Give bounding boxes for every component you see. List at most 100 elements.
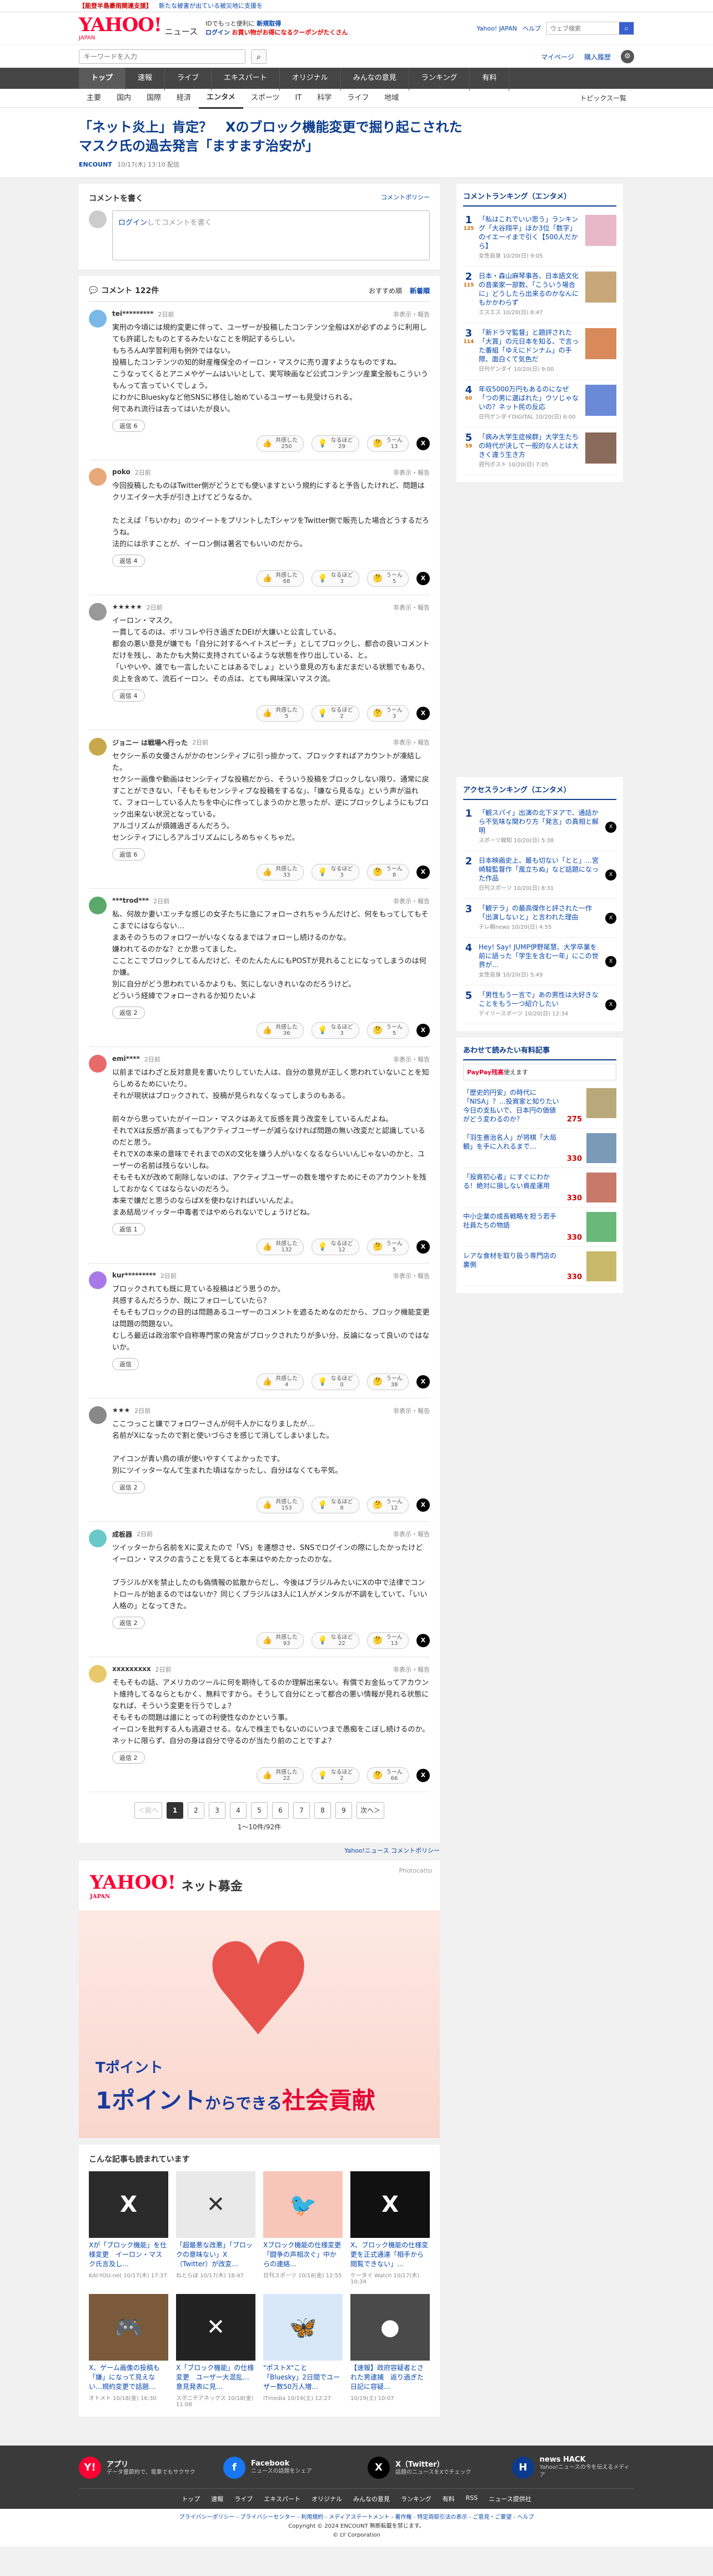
question-button[interactable]: 🤔 うーん 13 xyxy=(366,435,409,452)
report-link[interactable]: 非表示・報告 xyxy=(393,897,430,905)
related-article-title[interactable]: X、ブロック機能の仕様変更を正式通達「相手から閲覧できない」… xyxy=(350,2241,430,2269)
sort-newest[interactable]: 新着順 xyxy=(410,286,430,295)
x-share-icon[interactable]: X xyxy=(416,572,430,585)
footer-link[interactable]: 速報 xyxy=(211,2494,223,2503)
ranking-title[interactable]: 「観テラ」の最高傑作と評された一作「出演しないと」と言われた理由 xyxy=(479,904,592,921)
related-article-title[interactable]: Xブロック機能の仕様変更「闘争の声相次ぐ」中からの連絡… xyxy=(263,2241,343,2269)
footer-link[interactable]: ランキング xyxy=(401,2494,431,2503)
help-link[interactable]: ヘルプ xyxy=(523,24,541,33)
x-share-icon[interactable]: X xyxy=(416,1498,430,1512)
comment-author[interactable]: 成板器 xyxy=(112,1530,132,1539)
insight-button[interactable]: 💡 なるほど 3 xyxy=(312,1022,359,1039)
insight-button[interactable]: 💡 なるほど 8 xyxy=(312,1497,359,1513)
comment-author[interactable]: ★★★ xyxy=(112,1406,130,1415)
question-button[interactable]: 🤔 うーん 5 xyxy=(366,570,409,587)
ranking-item[interactable]: 3 114 「新ドラマ監督」と題評された「大賞」の元日本を知る、で言った番組「ゆえに… xyxy=(463,323,616,380)
login-link[interactable]: ログイン xyxy=(118,219,147,227)
agree-button[interactable]: 👍 共感した 250 xyxy=(256,435,304,452)
page-button[interactable]: 6 xyxy=(272,1802,289,1819)
purchase-history-link[interactable]: 購入履歴 xyxy=(584,52,611,62)
reply-button[interactable]: 返信 xyxy=(112,1358,139,1370)
question-button[interactable]: 🤔 うーん 13 xyxy=(366,1632,409,1649)
related-article[interactable]: ✕ X「ブロック機能」の仕様変更 ユーザー大混乱…意見発表に見… スポニチアネックス… xyxy=(176,2294,255,2408)
report-link[interactable]: 非表示・報告 xyxy=(393,738,430,747)
ranking-item[interactable]: 4 60 年収5000万円もあるのになぜ「つの男に選ばれた」ウソじゃないの？ネット民… xyxy=(463,380,616,427)
question-button[interactable]: 🤔 うーん 5 xyxy=(366,1239,409,1255)
category-tab[interactable]: 経済 xyxy=(169,89,199,108)
reply-button[interactable]: 返信 2 xyxy=(112,1007,145,1019)
ranking-item[interactable]: 3 「観テラ」の最高傑作と評された一作「出演しないと」と言われた理由 テレ朝news… xyxy=(463,899,616,938)
related-article[interactable]: 🎮 X、ゲーム画像の投稿も「嫌」になって見えない…規約変更で話題… オトメト 10/… xyxy=(89,2294,168,2408)
nav-tab[interactable]: 有料 xyxy=(470,68,510,90)
page-button[interactable]: 7 xyxy=(293,1802,310,1819)
related-article-title[interactable]: Xが「ブロック機能」を仕様変更 イーロン・マスク氏言及し… xyxy=(89,2241,168,2269)
ranking-title[interactable]: 「病み大学生症候群」大学生たちの時代が決して一般的な人とは大きく違う生き方 xyxy=(479,433,579,459)
comment-author[interactable]: ***trod*** xyxy=(112,897,149,905)
reply-button[interactable]: 返信 4 xyxy=(112,555,145,567)
footer-link[interactable]: RSS xyxy=(466,2494,478,2503)
page-button[interactable]: 1 xyxy=(167,1802,183,1819)
yahoo-logo[interactable]: YAHOO! JAPAN xyxy=(79,16,162,41)
related-article[interactable]: X X、ブロック機能の仕様変更を正式通達「相手から閲覧できない」… ケータイ Wat… xyxy=(350,2171,430,2285)
agree-button[interactable]: 👍 共感した 93 xyxy=(256,1632,304,1649)
footer-app-link[interactable]: Y! アプリ データ量節約で、電車でもサクサク xyxy=(79,2456,201,2479)
ranking-title[interactable]: 「新ドラマ監督」と題評された「大賞」の元日本を知る、で言った番組「ゆえにドンナム… xyxy=(479,329,579,363)
agree-button[interactable]: 👍 共感した 68 xyxy=(256,570,304,587)
sort-recommended[interactable]: おすすめ順 xyxy=(369,286,402,295)
x-share-icon[interactable]: X xyxy=(416,1634,430,1647)
category-tab[interactable]: スポーツ xyxy=(243,89,288,108)
report-link[interactable]: 非表示・報告 xyxy=(393,603,430,612)
prev-page-button[interactable]: ＜前へ xyxy=(134,1802,162,1819)
comment-policy-footer-link[interactable]: Yahoo!ニュース コメントポリシー xyxy=(79,1846,440,1855)
report-link[interactable]: 非表示・報告 xyxy=(393,468,430,477)
ranking-title[interactable]: 日本映画史上、最も切ない「とと」…宮崎駿監督作「風立ちぬ」など話題になった作品 xyxy=(479,857,599,882)
report-link[interactable]: 非表示・報告 xyxy=(393,310,430,319)
footer-link[interactable]: エキスパート xyxy=(264,2494,300,2503)
insight-button[interactable]: 💡 なるほど 12 xyxy=(312,1239,359,1255)
related-article-title[interactable]: 「超最悪な改悪」「ブロックの意味ない」X（Twitter）が改変… xyxy=(176,2241,255,2269)
footer-app-link[interactable]: f Facebook ニュースの話題をシェア xyxy=(223,2456,345,2479)
question-button[interactable]: 🤔 うーん 5 xyxy=(366,1022,409,1039)
reply-button[interactable]: 返信 6 xyxy=(112,420,145,432)
nav-tab[interactable]: ランキング xyxy=(409,68,470,90)
agree-button[interactable]: 👍 共感した 22 xyxy=(256,1767,304,1784)
ranking-title[interactable]: Hey! Say! JUMP伊野尾慧、大学卒業を前に語った「学生を含む一年」にこ… xyxy=(479,943,599,969)
insight-button[interactable]: 💡 なるほど 2 xyxy=(312,1767,359,1784)
question-button[interactable]: 🤔 うーん 8 xyxy=(366,864,409,881)
x-share-icon[interactable]: X xyxy=(605,869,616,881)
nav-tab[interactable]: ライブ xyxy=(165,68,212,90)
page-button[interactable]: 4 xyxy=(230,1802,247,1819)
ranking-title[interactable]: 「観スパイ」出演の北下ヌアで、通話から不気味な関わり方「発言」の真相と解明 xyxy=(479,809,599,834)
reply-button[interactable]: 返信 1 xyxy=(112,1223,145,1235)
insight-button[interactable]: 💡 なるほど 0 xyxy=(312,1373,359,1390)
paid-article-item[interactable]: 「投資初心者」にすぐにわかる！絶対に損しない資産運用 330 xyxy=(463,1168,616,1208)
insight-button[interactable]: 💡 なるほど 3 xyxy=(312,864,359,881)
category-tab[interactable]: 科学 xyxy=(309,89,339,108)
footer-app-link[interactable]: X X（Twitter） 話題のニュースをXでチェック xyxy=(368,2456,490,2479)
ranking-title[interactable]: 日本・森山麻琴事各、日本語文化の音楽家一部数、「こういう場合に」どうしたら出来る… xyxy=(479,272,579,306)
x-share-icon[interactable]: X xyxy=(416,1024,430,1037)
paid-article-item[interactable]: 「羽生善治名人」が将棋「大局観」を手に入れるまで… 330 xyxy=(463,1129,616,1168)
reply-button[interactable]: 返信 2 xyxy=(112,1481,145,1493)
ranking-item[interactable]: 4 Hey! Say! JUMP伊野尾慧、大学卒業を前に語った「学生を含む一年」に… xyxy=(463,938,616,985)
comment-author[interactable]: xxxxxxxxx xyxy=(112,1665,151,1674)
comment-input[interactable]: ログインしてコメントを書く xyxy=(112,210,430,260)
page-button[interactable]: 5 xyxy=(251,1802,268,1819)
paid-article-title[interactable]: 中小企業の成長戦略を担う若手社員たちの物語 xyxy=(463,1212,563,1242)
article-title[interactable]: 「ネット炎上」肯定？ Xのブロック機能変更で掘り起こされたマスク氏の過去発言「ま… xyxy=(79,118,468,155)
ranking-title[interactable]: 年収5000万円もあるのになぜ「つの男に選ばれた」ウソじゃないの？ネット民の反応 xyxy=(479,385,579,411)
paid-article-item[interactable]: レアな食材を取り扱う専門店の裏側 330 xyxy=(463,1247,616,1286)
footer-link[interactable]: ニュース提供社 xyxy=(489,2494,531,2503)
x-share-icon[interactable]: X xyxy=(416,1375,430,1388)
ranking-item[interactable]: 5 「男性もう一言で」あの男性は大好きなことをもう一つ紹介したい デイリースポーツ … xyxy=(463,985,616,1024)
comment-policy-link[interactable]: コメントポリシー xyxy=(381,193,430,204)
insight-button[interactable]: 💡 なるほど 22 xyxy=(312,1632,359,1649)
x-share-icon[interactable]: X xyxy=(605,999,616,1010)
insight-button[interactable]: 💡 なるほど 29 xyxy=(312,435,359,452)
footer-link[interactable]: トップ xyxy=(182,2494,200,2503)
footer-link[interactable]: 有料 xyxy=(443,2494,455,2503)
ranking-item[interactable]: 2 日本映画史上、最も切ない「とと」…宮崎駿監督作「風立ちぬ」など話題になった作品… xyxy=(463,851,616,899)
gear-icon[interactable]: ⚙ xyxy=(621,50,634,63)
report-link[interactable]: 非表示・報告 xyxy=(393,1055,430,1064)
nav-tab[interactable]: みんなの意見 xyxy=(341,68,409,90)
